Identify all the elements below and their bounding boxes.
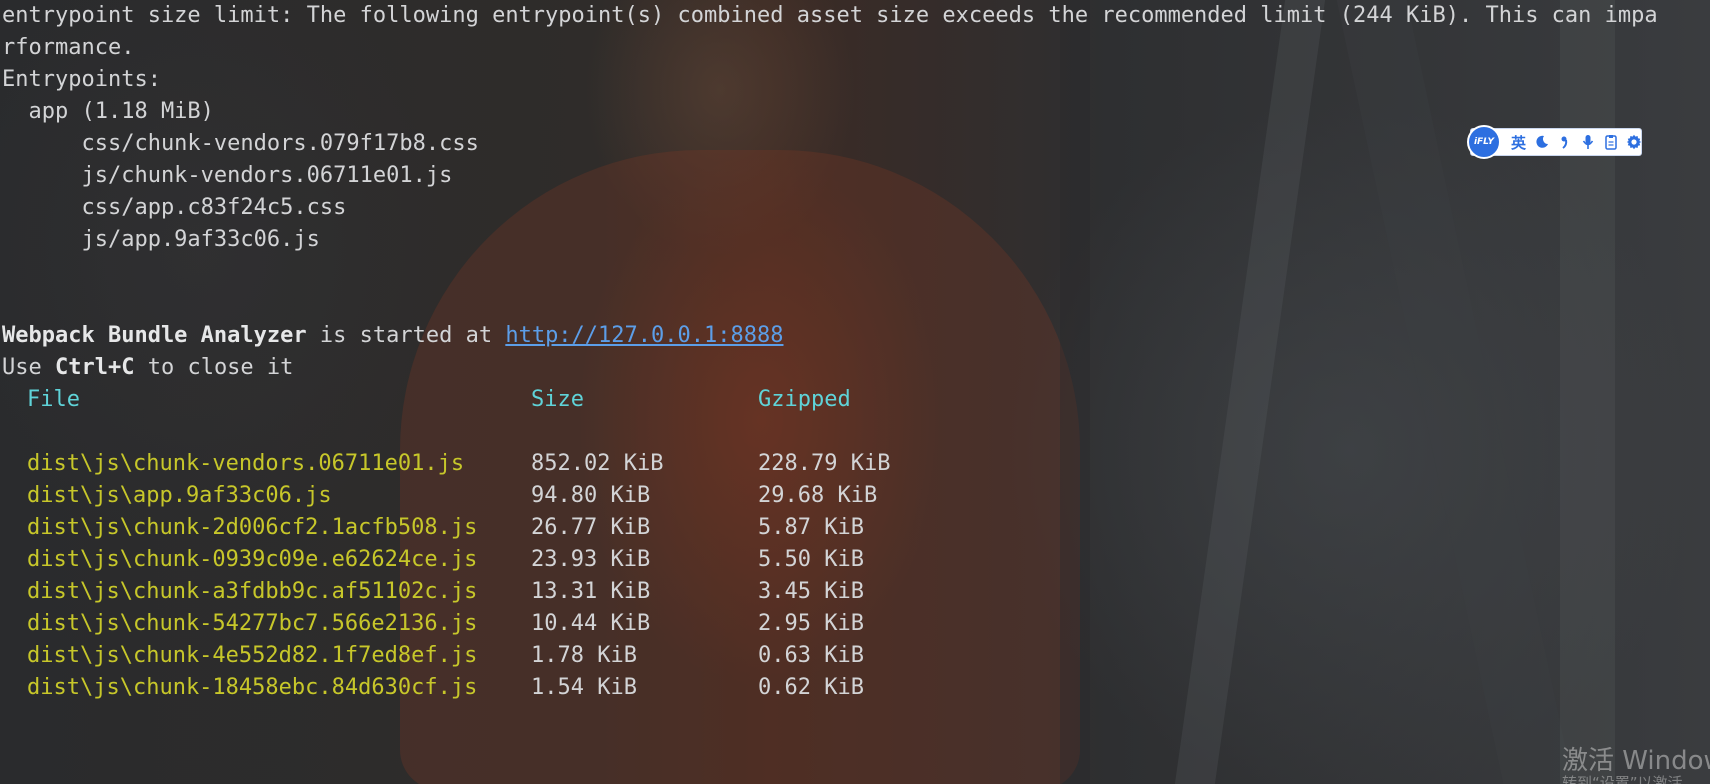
header-gzipped: Gzipped xyxy=(758,387,851,412)
gear-icon[interactable] xyxy=(1622,129,1645,155)
ifly-toolbar[interactable]: iFLY 英 xyxy=(1467,125,1645,159)
warning-line-continued: rformance. xyxy=(2,35,135,60)
row-file: dist\js\chunk-vendors.06711e01.js xyxy=(27,451,465,476)
table-row: dist\js\chunk-54277bc7.566e2136.js 10.44… xyxy=(2,608,1202,640)
row-size: 1.78 KiB xyxy=(531,643,637,668)
row-size: 94.80 KiB xyxy=(531,483,651,508)
table-row: dist\js\chunk-0939c09e.e62624ce.js 23.93… xyxy=(2,544,1202,576)
close-hint-line: Use Ctrl+C to close it xyxy=(2,352,293,384)
row-file: dist\js\chunk-0939c09e.e62624ce.js xyxy=(27,547,478,572)
table-row: dist\js\chunk-18458ebc.84d630cf.js 1.54 … xyxy=(2,672,1202,704)
row-file: dist\js\chunk-18458ebc.84d630cf.js xyxy=(27,675,478,700)
row-size: 1.54 KiB xyxy=(531,675,637,700)
row-file: dist\js\chunk-54277bc7.566e2136.js xyxy=(27,611,478,636)
ifly-logo-icon[interactable]: iFLY xyxy=(1467,125,1501,159)
clipboard-icon[interactable] xyxy=(1599,129,1622,155)
row-gzipped: 5.87 KiB xyxy=(758,515,864,540)
row-file: dist\js\app.9af33c06.js xyxy=(27,483,332,508)
row-gzipped: 3.45 KiB xyxy=(758,579,864,604)
app-entrypoint: app (1.18 MiB) xyxy=(2,99,214,124)
table-row: dist\js\chunk-a3fdbb9c.af51102c.js 13.31… xyxy=(2,576,1202,608)
row-gzipped: 2.95 KiB xyxy=(758,611,864,636)
row-gzipped: 0.62 KiB xyxy=(758,675,864,700)
microphone-icon[interactable] xyxy=(1576,129,1599,155)
row-file: dist\js\chunk-2d006cf2.1acfb508.js xyxy=(27,515,478,540)
terminal-window[interactable]: entrypoint size limit: The following ent… xyxy=(0,0,1710,784)
row-gzipped: 29.68 KiB xyxy=(758,483,878,508)
table-header: File Size Gzipped xyxy=(2,384,1202,416)
use-text: Use xyxy=(2,355,55,380)
comma-icon[interactable] xyxy=(1553,129,1576,155)
table-row: dist\js\chunk-4e552d82.1f7ed8ef.js 1.78 … xyxy=(2,640,1202,672)
header-file: File xyxy=(27,387,80,412)
wallpaper-beam xyxy=(1336,0,1574,784)
row-size: 13.31 KiB xyxy=(531,579,651,604)
entry-file: js/app.9af33c06.js xyxy=(2,227,320,252)
header-size: Size xyxy=(531,387,584,412)
analyzer-started-line: Webpack Bundle Analyzer is started at ht… xyxy=(2,320,783,352)
entry-file: css/app.c83f24c5.css xyxy=(2,195,347,220)
table-row: dist\js\app.9af33c06.js 94.80 KiB 29.68 … xyxy=(2,480,1202,512)
entry-file: js/chunk-vendors.06711e01.js xyxy=(2,163,453,188)
activate-windows-subtitle: 转到“设置”以激活 xyxy=(1562,774,1683,784)
language-toggle-button[interactable]: 英 xyxy=(1507,129,1530,155)
warning-line: entrypoint size limit: The following ent… xyxy=(2,3,1658,28)
row-gzipped: 5.50 KiB xyxy=(758,547,864,572)
analyzer-url-link[interactable]: http://127.0.0.1:8888 xyxy=(505,323,783,348)
analyzer-name: Webpack Bundle Analyzer xyxy=(2,323,307,348)
row-size: 10.44 KiB xyxy=(531,611,651,636)
shortcut-text: Ctrl+C xyxy=(54,355,135,380)
row-gzipped: 228.79 KiB xyxy=(758,451,891,476)
row-file: dist\js\chunk-a3fdbb9c.af51102c.js xyxy=(27,579,478,604)
row-file: dist\js\chunk-4e552d82.1f7ed8ef.js xyxy=(27,643,478,668)
moon-icon[interactable] xyxy=(1530,129,1553,155)
entry-file: css/chunk-vendors.079f17b8.css xyxy=(2,131,479,156)
row-size: 23.93 KiB xyxy=(531,547,651,572)
row-gzipped: 0.63 KiB xyxy=(758,643,864,668)
row-size: 26.77 KiB xyxy=(531,515,651,540)
wallpaper-beam xyxy=(1560,0,1615,784)
analyzer-started-text: is started at xyxy=(306,323,506,348)
entrypoints-label: Entrypoints: xyxy=(2,67,161,92)
row-size: 852.02 KiB xyxy=(531,451,664,476)
table-row: dist\js\chunk-2d006cf2.1acfb508.js 26.77… xyxy=(2,512,1202,544)
table-row: dist\js\chunk-vendors.06711e01.js 852.02… xyxy=(2,448,1202,480)
ifly-toolbar-items: 英 xyxy=(1507,129,1645,155)
close-text: to close it xyxy=(134,355,294,380)
